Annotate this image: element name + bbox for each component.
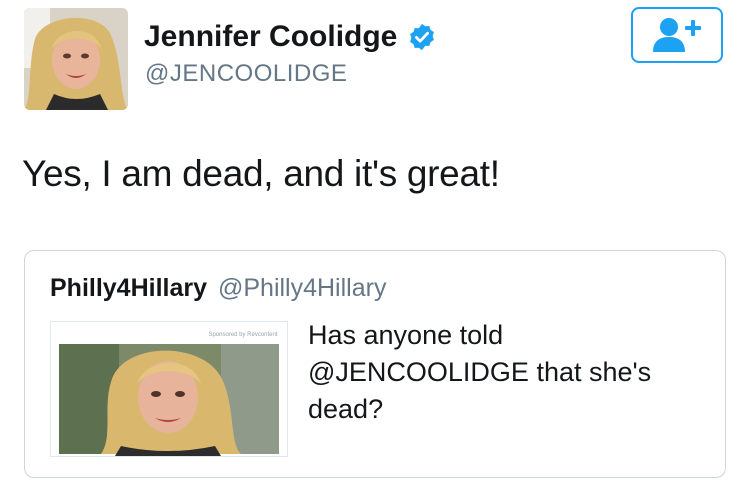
quoted-author-name[interactable]: Philly4Hillary (50, 274, 207, 302)
quoted-tweet-text: Has anyone told @JENCOOLIDGE that she's … (308, 320, 652, 424)
profile-photo (24, 8, 128, 110)
author-handle[interactable]: @JENCOOLIDGE (145, 60, 347, 88)
verified-badge-icon (407, 22, 437, 52)
tweet-text: Yes, I am dead, and it's great! (22, 153, 500, 194)
sponsored-caption: Sponsored by Revcontent (208, 332, 277, 338)
quoted-media-image: Sponsored by Revcontent (51, 322, 287, 456)
avatar[interactable] (24, 8, 128, 110)
follow-button[interactable] (631, 7, 723, 63)
add-user-icon (653, 18, 701, 52)
quoted-tweet-header: Philly4Hillary @Philly4Hillary (50, 274, 386, 303)
author-name[interactable]: Jennifer Coolidge (144, 20, 397, 54)
quoted-tweet[interactable]: Philly4Hillary @Philly4Hillary Sponsored… (24, 250, 726, 478)
author-name-row[interactable]: Jennifer Coolidge (144, 20, 437, 54)
quoted-tweet-media[interactable]: Sponsored by Revcontent (50, 321, 288, 457)
quoted-author-handle[interactable]: @Philly4Hillary (218, 274, 386, 302)
